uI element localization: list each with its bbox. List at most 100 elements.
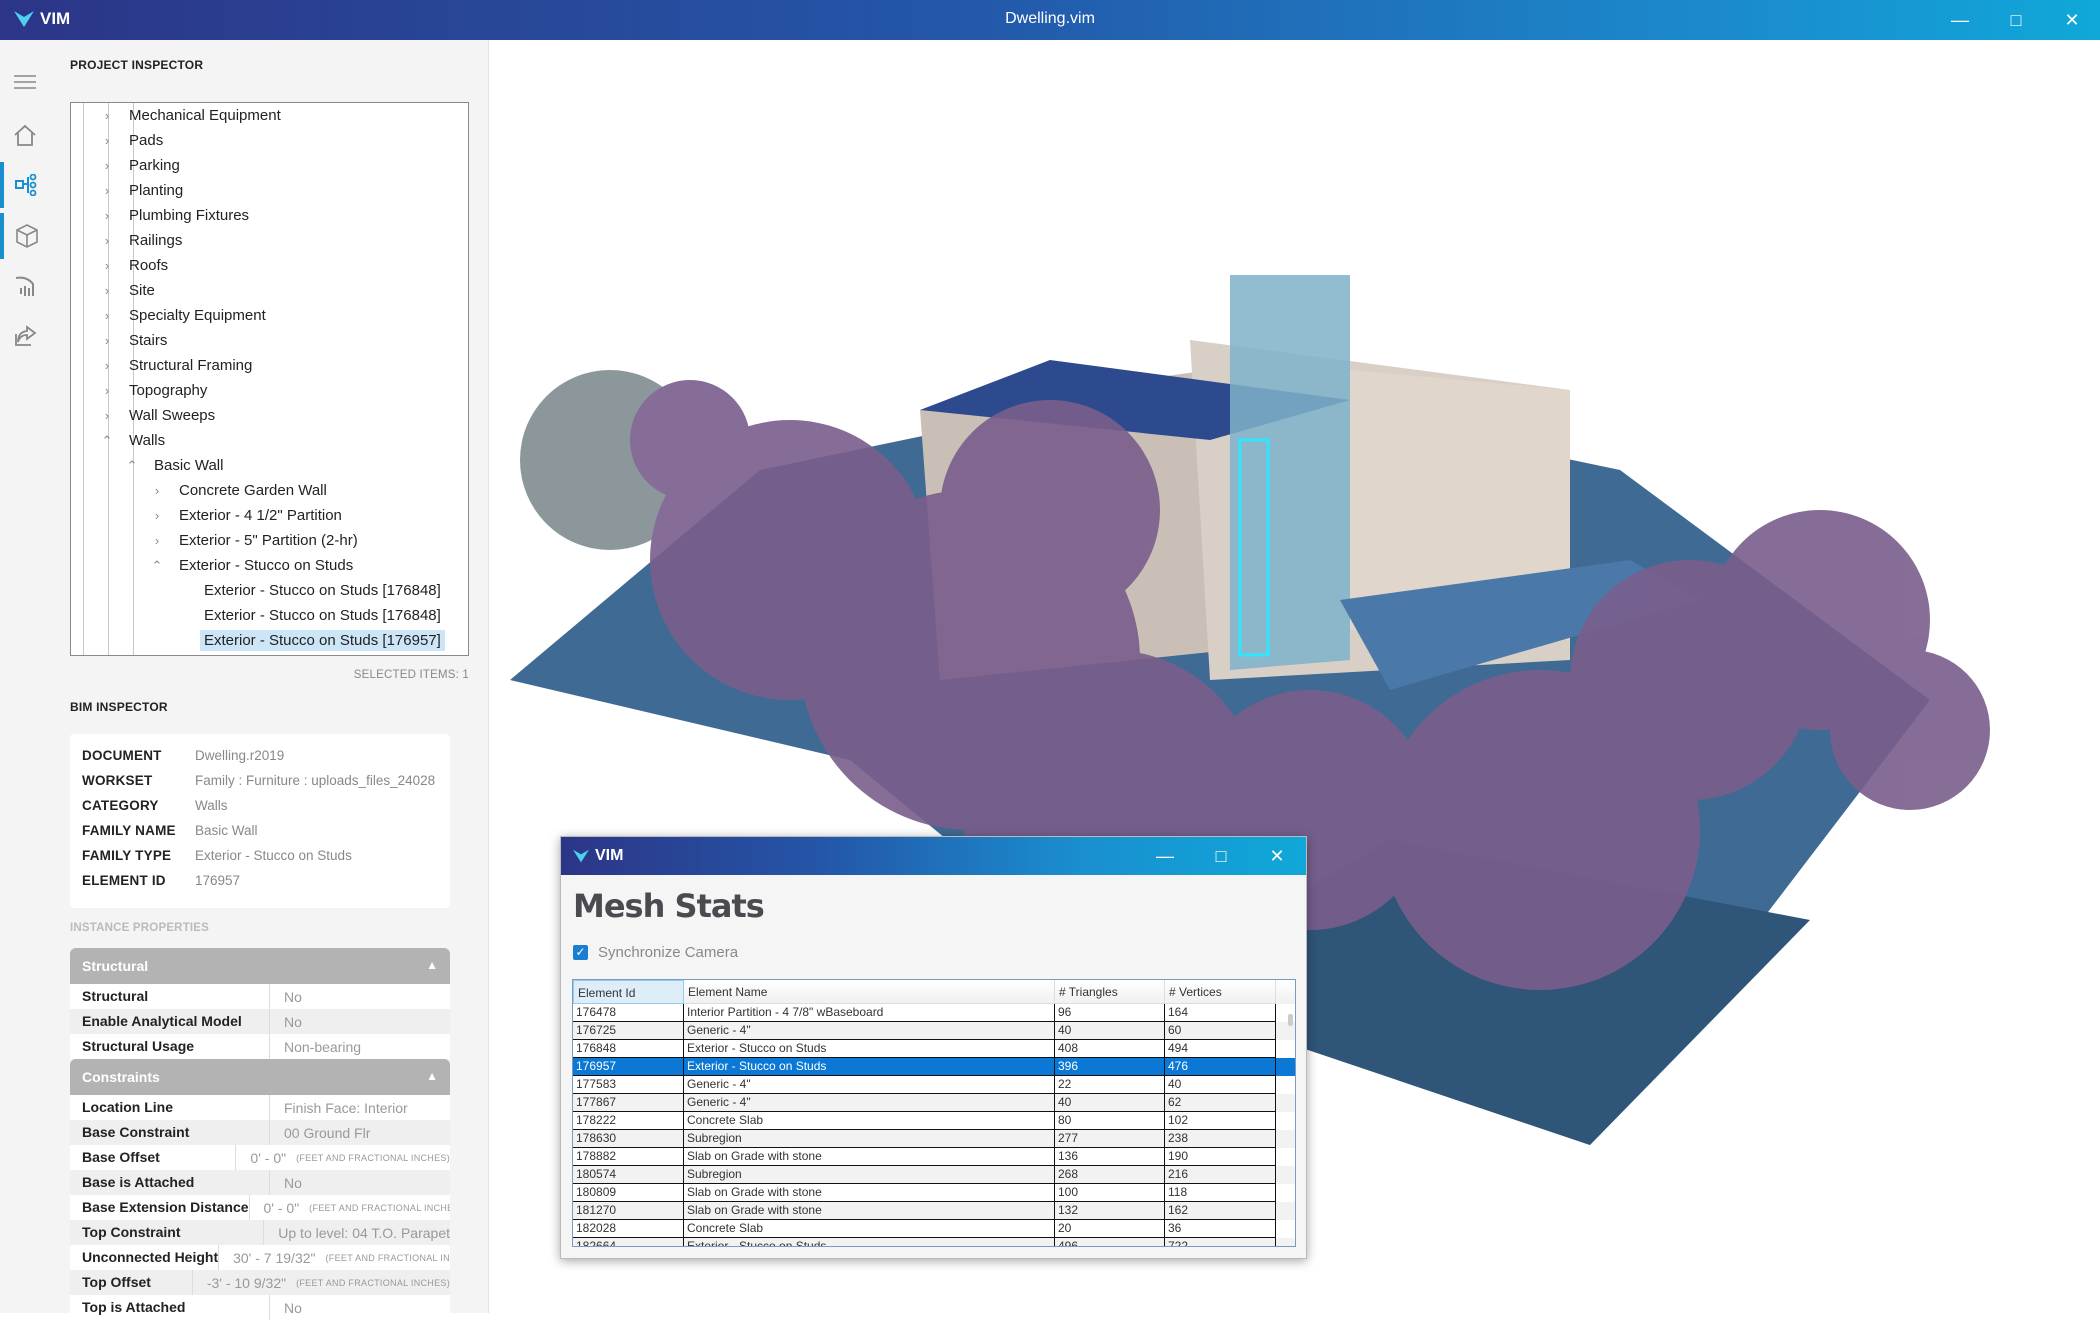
chevron-right-icon[interactable]: › bbox=[101, 183, 113, 198]
minimize-button[interactable]: — bbox=[1932, 0, 1988, 40]
home-icon[interactable] bbox=[0, 112, 50, 158]
chevron-right-icon[interactable]: › bbox=[151, 508, 163, 523]
table-cell: 22 bbox=[1055, 1076, 1165, 1094]
tree-item[interactable]: › Specialty Equipment bbox=[71, 303, 468, 328]
chevron-right-icon[interactable]: › bbox=[101, 383, 113, 398]
tree-item-label: Parking bbox=[129, 157, 180, 174]
mesh-stats-table[interactable]: Element Id Element Name # Triangles # Verti… bbox=[572, 979, 1296, 1247]
synchronize-camera-checkbox[interactable]: ✓ Synchronize Camera bbox=[573, 944, 738, 961]
table-row[interactable]: 176848 Exterior - Stucco on Studs 408 494 bbox=[573, 1040, 1295, 1058]
table-row[interactable]: 180809 Slab on Grade with stone 100 118 bbox=[573, 1184, 1295, 1202]
chevron-right-icon[interactable]: › bbox=[101, 258, 113, 273]
property-value: 30' - 7 19/32" bbox=[233, 1249, 316, 1266]
close-button[interactable]: ✕ bbox=[2044, 0, 2100, 40]
table-cell: 216 bbox=[1165, 1166, 1276, 1184]
column-header[interactable]: Element Name bbox=[684, 980, 1055, 1004]
share-icon[interactable] bbox=[0, 313, 50, 359]
table-cell: Generic - 4" bbox=[684, 1022, 1055, 1040]
tree-item[interactable]: ⌃ Exterior - Stucco on Studs bbox=[71, 553, 468, 578]
section-header-constraints[interactable]: Constraints ▲ bbox=[70, 1059, 450, 1095]
tree-item[interactable]: › Parking bbox=[71, 153, 468, 178]
tree-item[interactable]: › Mechanical Equipment bbox=[71, 103, 468, 128]
table-scrollbar[interactable] bbox=[1288, 1014, 1293, 1026]
tree-item-label: Plumbing Fixtures bbox=[129, 207, 250, 224]
mesh-close-button[interactable]: ✕ bbox=[1249, 837, 1305, 875]
info-key: WORKSET bbox=[82, 773, 153, 788]
chevron-right-icon[interactable]: › bbox=[101, 133, 113, 148]
tree-item[interactable]: › Concrete Garden Wall bbox=[71, 478, 468, 503]
tree-item[interactable]: ⌃ Basic Wall bbox=[71, 453, 468, 478]
chevron-up-icon[interactable]: ▲ bbox=[426, 1069, 438, 1083]
chevron-right-icon[interactable]: › bbox=[101, 108, 113, 123]
maximize-button[interactable]: □ bbox=[1988, 0, 2044, 40]
tree-item[interactable]: Exterior - Stucco on Studs [176848] bbox=[71, 603, 468, 628]
table-row[interactable]: 176957 Exterior - Stucco on Studs 396 476 bbox=[573, 1058, 1295, 1076]
cube-icon[interactable] bbox=[0, 213, 50, 259]
chevron-right-icon[interactable]: › bbox=[101, 408, 113, 423]
tree-item[interactable]: Exterior - Stucco on Studs [176848] bbox=[71, 578, 468, 603]
column-header[interactable]: # Triangles bbox=[1055, 980, 1165, 1004]
checkbox-checked-icon[interactable]: ✓ bbox=[573, 945, 588, 960]
tree-item[interactable]: › Stairs bbox=[71, 328, 468, 353]
table-row[interactable]: 176478 Interior Partition - 4 7/8" wBaseb… bbox=[573, 1004, 1295, 1022]
chevron-up-icon[interactable]: ⌃ bbox=[126, 458, 138, 474]
table-row[interactable]: 181270 Slab on Grade with stone 132 162 bbox=[573, 1202, 1295, 1220]
table-row[interactable]: 178630 Subregion 277 238 bbox=[573, 1130, 1295, 1148]
property-value: 0' - 0" bbox=[263, 1199, 300, 1216]
mesh-stats-title: Mesh Stats bbox=[573, 887, 765, 925]
tree-hierarchy-icon[interactable] bbox=[0, 162, 50, 208]
instance-properties-label: INSTANCE PROPERTIES bbox=[70, 922, 210, 934]
table-row[interactable]: 176725 Generic - 4" 40 60 bbox=[573, 1022, 1295, 1040]
mesh-minimize-button[interactable]: — bbox=[1137, 837, 1193, 875]
property-row: Top Constraint Up to level: 04 T.O. Parap… bbox=[70, 1220, 450, 1245]
menu-icon[interactable] bbox=[0, 59, 50, 105]
tree-item[interactable]: › Site bbox=[71, 278, 468, 303]
chevron-right-icon[interactable]: › bbox=[101, 358, 113, 373]
chevron-right-icon[interactable]: › bbox=[101, 308, 113, 323]
column-header[interactable]: Element Id bbox=[573, 980, 684, 1004]
chevron-right-icon[interactable]: › bbox=[101, 208, 113, 223]
mesh-app-name: VIM bbox=[595, 847, 624, 864]
section-header-structural[interactable]: Structural ▲ bbox=[70, 948, 450, 984]
chevron-right-icon[interactable]: › bbox=[101, 233, 113, 248]
tree-item[interactable]: › Pads bbox=[71, 128, 468, 153]
table-row[interactable]: 182664 Exterior - Stucco on Studs 496 722 bbox=[573, 1238, 1295, 1246]
tree-item[interactable]: › Plumbing Fixtures bbox=[71, 203, 468, 228]
analytics-icon[interactable] bbox=[0, 263, 50, 309]
chevron-right-icon[interactable]: › bbox=[151, 533, 163, 548]
tree-item[interactable]: › Exterior - 5" Partition (2-hr) bbox=[71, 528, 468, 553]
chevron-up-icon[interactable]: ⌃ bbox=[151, 558, 163, 574]
chevron-right-icon[interactable]: › bbox=[101, 283, 113, 298]
table-cell: Exterior - Stucco on Studs bbox=[684, 1238, 1055, 1246]
chevron-right-icon[interactable]: › bbox=[151, 483, 163, 498]
tree-item[interactable]: › Railings bbox=[71, 228, 468, 253]
table-row[interactable]: 182028 Concrete Slab 20 36 bbox=[573, 1220, 1295, 1238]
info-value: Basic Wall bbox=[195, 823, 258, 838]
table-row[interactable]: 177583 Generic - 4" 22 40 bbox=[573, 1076, 1295, 1094]
tree-item[interactable]: › Roofs bbox=[71, 253, 468, 278]
chevron-up-icon[interactable]: ⌃ bbox=[101, 433, 113, 449]
tree-item[interactable]: › Planting bbox=[71, 178, 468, 203]
tree-item-label: Topography bbox=[129, 382, 208, 399]
table-row[interactable]: 180574 Subregion 268 216 bbox=[573, 1166, 1295, 1184]
table-row[interactable]: 178222 Concrete Slab 80 102 bbox=[573, 1112, 1295, 1130]
tree-item[interactable]: Exterior - Stucco on Studs [176957] bbox=[71, 628, 468, 653]
mesh-maximize-button[interactable]: □ bbox=[1193, 837, 1249, 875]
tree-item[interactable]: › Exterior - 4 1/2" Partition bbox=[71, 503, 468, 528]
table-row[interactable]: 177867 Generic - 4" 40 62 bbox=[573, 1094, 1295, 1112]
table-row[interactable]: 178882 Slab on Grade with stone 136 190 bbox=[573, 1148, 1295, 1166]
tree-item[interactable]: › Wall Sweeps bbox=[71, 403, 468, 428]
table-cell: Interior Partition - 4 7/8" wBaseboard bbox=[684, 1004, 1055, 1022]
tree-item[interactable]: › Structural Framing bbox=[71, 353, 468, 378]
tree-item-label: Exterior - Stucco on Studs [176848] bbox=[204, 607, 441, 624]
tree-item[interactable]: › Topography bbox=[71, 378, 468, 403]
chevron-up-icon[interactable]: ▲ bbox=[426, 958, 438, 972]
tree-item[interactable]: ⌃ Walls bbox=[71, 428, 468, 453]
chevron-right-icon[interactable]: › bbox=[101, 158, 113, 173]
icon-sidebar bbox=[0, 40, 50, 1313]
column-header[interactable]: # Vertices bbox=[1165, 980, 1276, 1004]
chevron-right-icon[interactable]: › bbox=[101, 333, 113, 348]
project-tree[interactable]: › Mechanical Equipment › Pads › Parking › Plant… bbox=[70, 102, 469, 656]
table-cell: 36 bbox=[1165, 1220, 1276, 1238]
property-key: Structural Usage bbox=[70, 1034, 270, 1059]
